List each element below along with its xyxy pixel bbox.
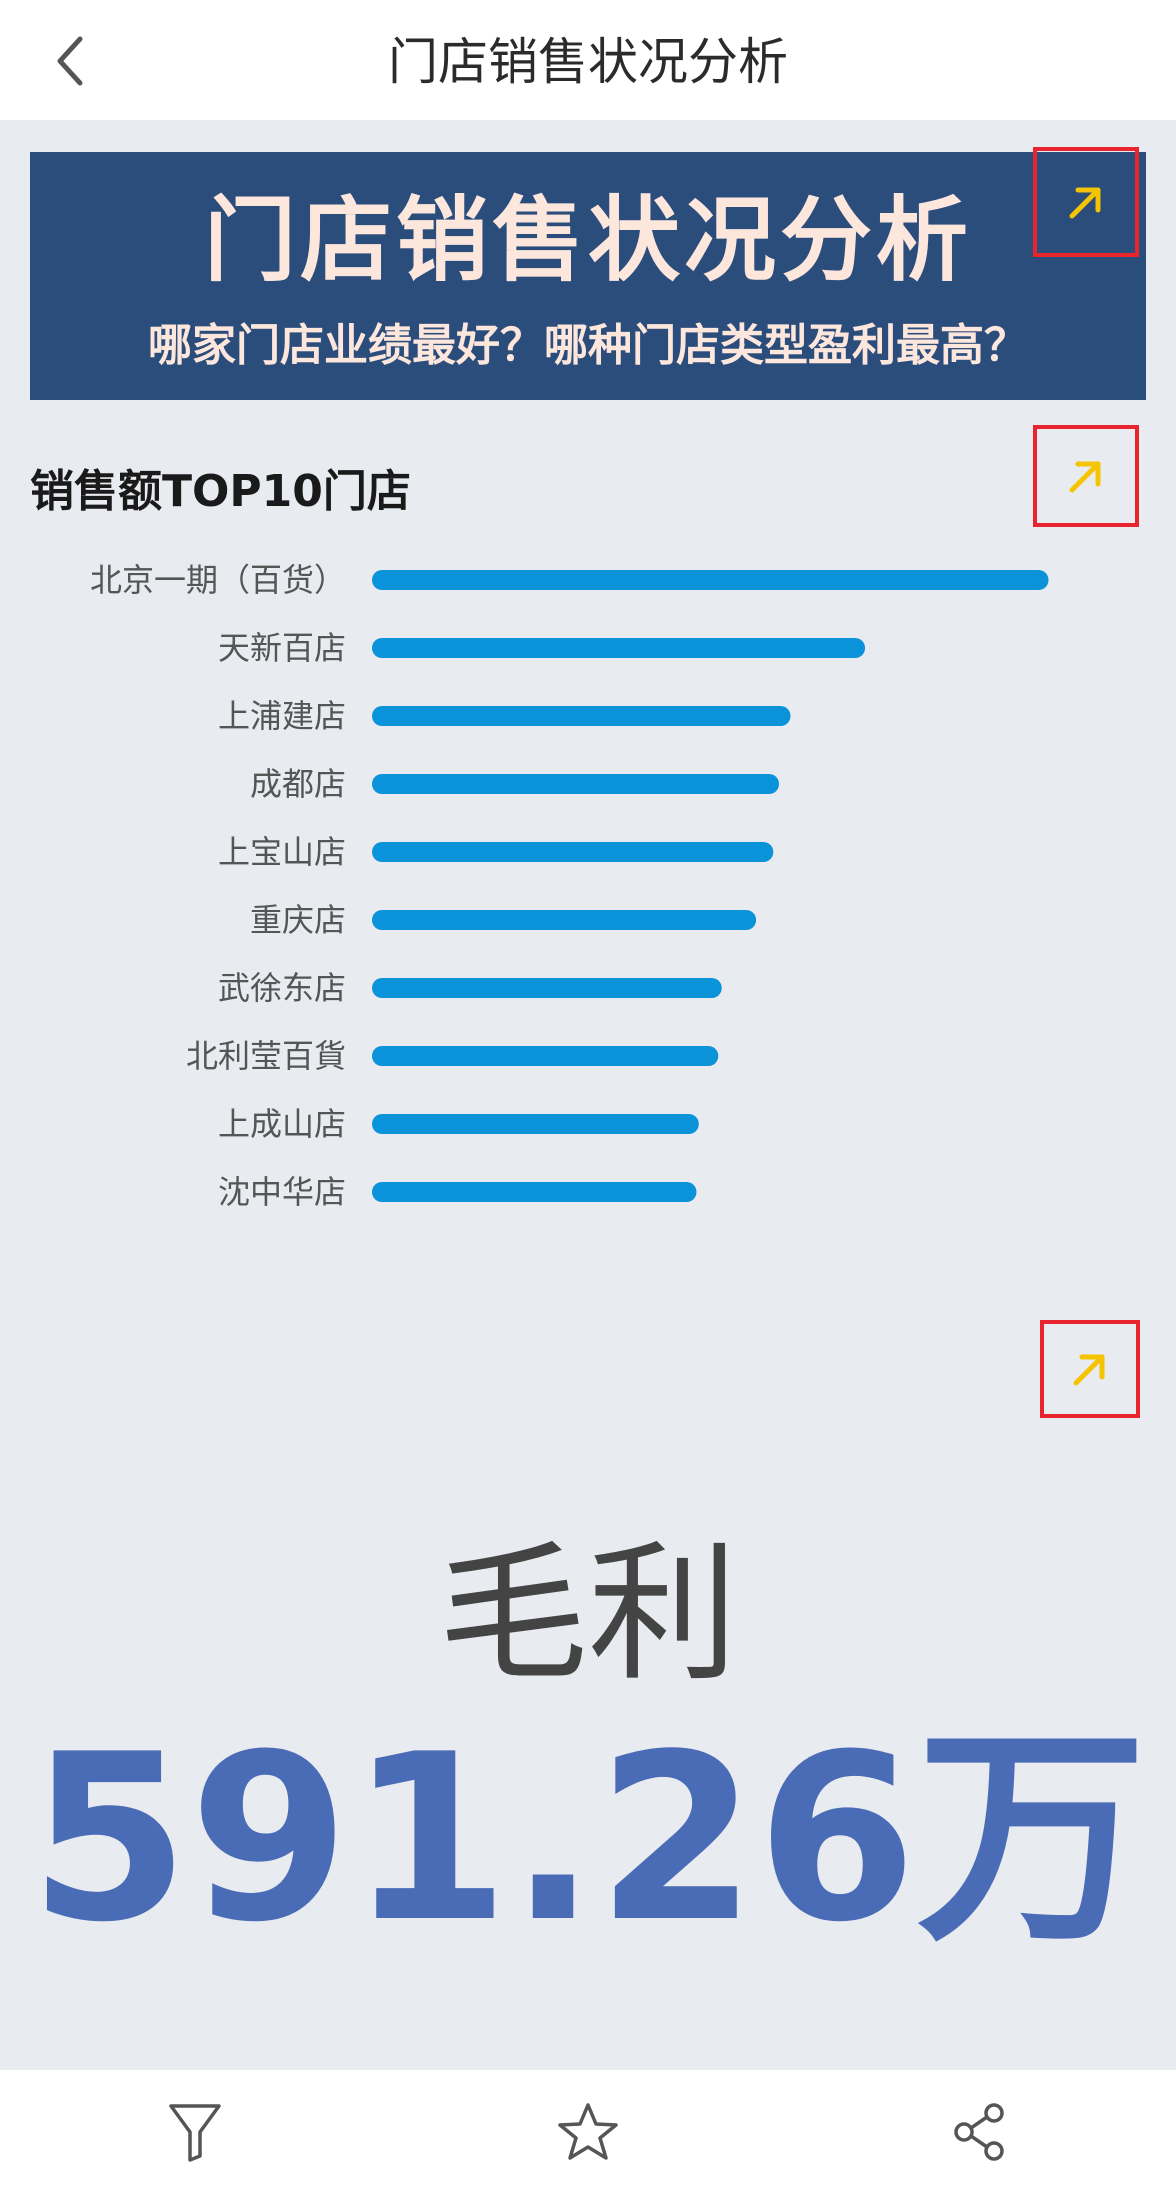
category-label: 重庆店	[250, 901, 346, 939]
expand-arrow-icon	[1069, 461, 1101, 493]
sales-top10-bar-chart: 北京一期（百货） 天新百店上浦建店成都店上宝山店重庆店武徐东店北利莹百貨上成山店沈…	[90, 561, 1112, 1280]
bar[interactable]	[372, 1114, 699, 1134]
share-button[interactable]	[940, 2092, 1020, 2172]
bar[interactable]	[372, 978, 722, 998]
bottom-toolbar	[0, 2070, 1176, 2196]
expand-arrow-icon	[1073, 1354, 1105, 1386]
back-button[interactable]	[40, 26, 100, 96]
gross-profit-value: 591.26万	[29, 1706, 1147, 1973]
filter-icon	[169, 2104, 221, 2162]
report-banner: 门店销售状况分析 哪家门店业绩最好？哪种门店类型盈利最高？	[30, 152, 1146, 400]
category-label: 北京一期（百货）	[90, 561, 346, 599]
top-nav-bar: 门店销售状况分析	[0, 0, 1176, 120]
category-label: 成都店	[250, 765, 346, 803]
x-tick-label: 400万	[823, 1275, 916, 1280]
star-icon	[558, 2103, 618, 2160]
category-label: 上成山店	[218, 1105, 346, 1143]
bar[interactable]	[372, 1046, 719, 1066]
banner-subtitle: 哪家门店业绩最好？哪种门店类型盈利最高？	[148, 320, 1028, 371]
bar[interactable]	[372, 570, 1049, 590]
bar[interactable]	[372, 842, 774, 862]
bar[interactable]	[372, 706, 791, 726]
bar[interactable]	[372, 910, 757, 930]
bar[interactable]	[372, 638, 866, 658]
bar[interactable]	[372, 774, 780, 794]
category-label: 武徐东店	[218, 969, 346, 1007]
filter-button[interactable]	[155, 2092, 235, 2172]
gross-profit-label: 毛利	[437, 1528, 738, 1702]
x-tick-label: 0万	[377, 1275, 429, 1280]
expand-arrow-icon	[1069, 187, 1101, 219]
category-label: 上浦建店	[218, 697, 346, 735]
x-tick-label: 200万	[571, 1275, 664, 1280]
banner-title: 门店销售状况分析	[203, 187, 972, 294]
share-icon	[954, 2103, 1004, 2161]
kpi-expand-button[interactable]	[1040, 1320, 1140, 1418]
favorite-button[interactable]	[548, 2092, 628, 2172]
chart-expand-button[interactable]	[1033, 425, 1139, 527]
category-label: 沈中华店	[218, 1173, 346, 1211]
category-label: 北利莹百貨	[186, 1037, 346, 1075]
category-label: 上宝山店	[218, 833, 346, 871]
banner-expand-button[interactable]	[1033, 147, 1139, 257]
page-title: 门店销售状况分析	[388, 33, 788, 91]
chevron-left-icon	[57, 36, 83, 86]
chart-title: 销售额TOP10门店	[30, 466, 411, 517]
x-tick-label: 600万	[1018, 1275, 1111, 1280]
bar[interactable]	[372, 1182, 697, 1202]
category-label: 天新百店	[218, 629, 346, 667]
